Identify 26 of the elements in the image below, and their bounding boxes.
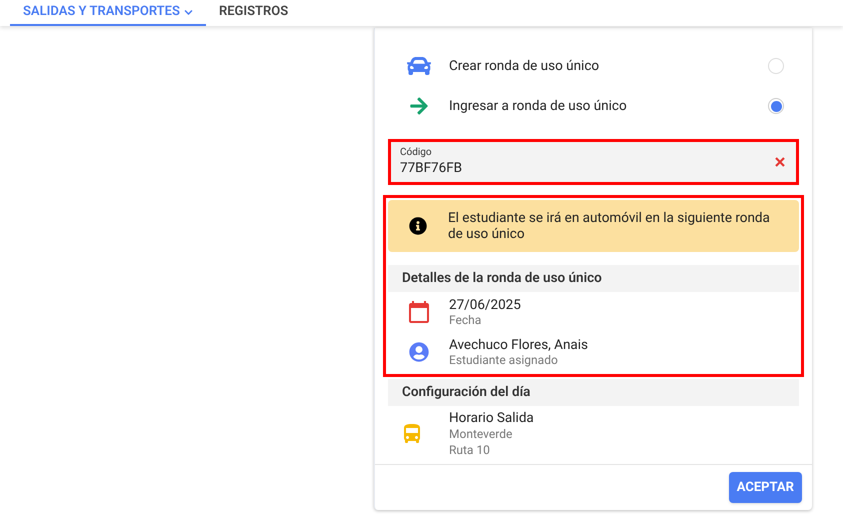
detail-value: 27/06/2025 [449,296,521,312]
option-label: Ingresar a ronda de uso único [449,96,628,116]
clear-icon[interactable] [775,157,785,167]
section-header: Detalles de la ronda de uso único [388,265,799,292]
section-header: Configuración del día [388,379,799,406]
car-icon [406,54,430,78]
info-icon [409,217,427,235]
calendar-icon [406,300,430,324]
user-icon [408,342,428,362]
option-label: Crear ronda de uso único [449,56,600,76]
detail-caption: Fecha [449,312,482,328]
tab[interactable]: REGISTROS [206,0,302,26]
schedule-title: Horario Salida [449,410,534,426]
field-value: 77BF76FB [400,159,464,177]
code-field[interactable]: Código 77BF76FB [388,139,799,185]
schedule-detail: Monteverde [449,426,514,442]
detail-caption: Estudiante asignado [449,352,559,368]
schedule-detail: Ruta 10 [449,442,491,458]
notice-text: El estudiante se irá en automóvil en la siguiente ronda de uso único [448,210,771,242]
field-label: Código [400,147,433,159]
accept-button[interactable]: ACEPTAR [728,472,802,503]
detail-value: Avechuco Flores, Anais [449,336,588,352]
arrow-icon [408,96,428,116]
radio-button[interactable] [768,58,784,74]
radio-button[interactable] [768,98,784,114]
chevron-down-icon [184,8,193,16]
